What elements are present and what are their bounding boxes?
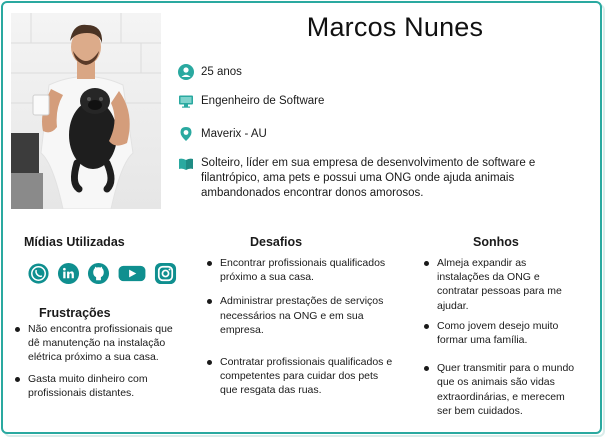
desafios-list: Encontrar profissionais qualificados pró… xyxy=(205,256,395,398)
location-text: Maverix - AU xyxy=(201,128,267,140)
frustracoes-list: Não encontra profissionais que dê manute… xyxy=(13,322,183,400)
github-icon[interactable] xyxy=(87,262,110,285)
youtube-icon[interactable] xyxy=(117,262,147,285)
instagram-icon[interactable] xyxy=(154,262,177,285)
list-item: Como jovem desejo muito formar uma famíl… xyxy=(422,319,580,347)
linkedin-icon[interactable] xyxy=(57,262,80,285)
desafios-title: Desafios xyxy=(250,235,303,249)
job-row: Engenheiro de Software xyxy=(178,93,324,109)
list-item: Administrar prestações de serviços neces… xyxy=(205,294,395,337)
list-item: Contratar profissionais qualificados e c… xyxy=(205,355,395,398)
bio-row: Solteiro, líder em sua empresa de desenv… xyxy=(178,156,538,201)
location-pin-icon xyxy=(180,127,192,141)
job-text: Engenheiro de Software xyxy=(201,95,325,107)
age-row: 25 anos xyxy=(178,64,242,80)
open-book-icon xyxy=(179,158,193,170)
list-item: Quer transmitir para o mundo que os anim… xyxy=(422,361,580,418)
persona-name: Marcos Nunes xyxy=(306,12,484,42)
frustracoes-title: Frustrações xyxy=(39,306,111,320)
location-row: Maverix - AU xyxy=(178,126,267,142)
list-item: Almeja expandir as instalações da ONG e … xyxy=(422,256,580,313)
list-item: Não encontra profissionais que dê manute… xyxy=(13,322,183,365)
medias-title: Mídias Utilizadas xyxy=(24,235,125,249)
list-item: Encontrar profissionais qualificados pró… xyxy=(205,256,395,284)
sonhos-title: Sonhos xyxy=(473,235,519,249)
whatsapp-icon[interactable] xyxy=(27,262,50,285)
sonhos-list: Almeja expandir as instalações da ONG e … xyxy=(422,256,580,418)
social-icons xyxy=(27,262,184,285)
list-item: Gasta muito dinheiro com profissionais d… xyxy=(13,372,183,400)
user-icon xyxy=(178,64,194,80)
age-text: 25 anos xyxy=(201,66,242,78)
bio-text: Solteiro, líder em sua empresa de desenv… xyxy=(201,157,536,199)
profile-photo xyxy=(11,13,161,209)
monitor-icon xyxy=(179,95,193,108)
